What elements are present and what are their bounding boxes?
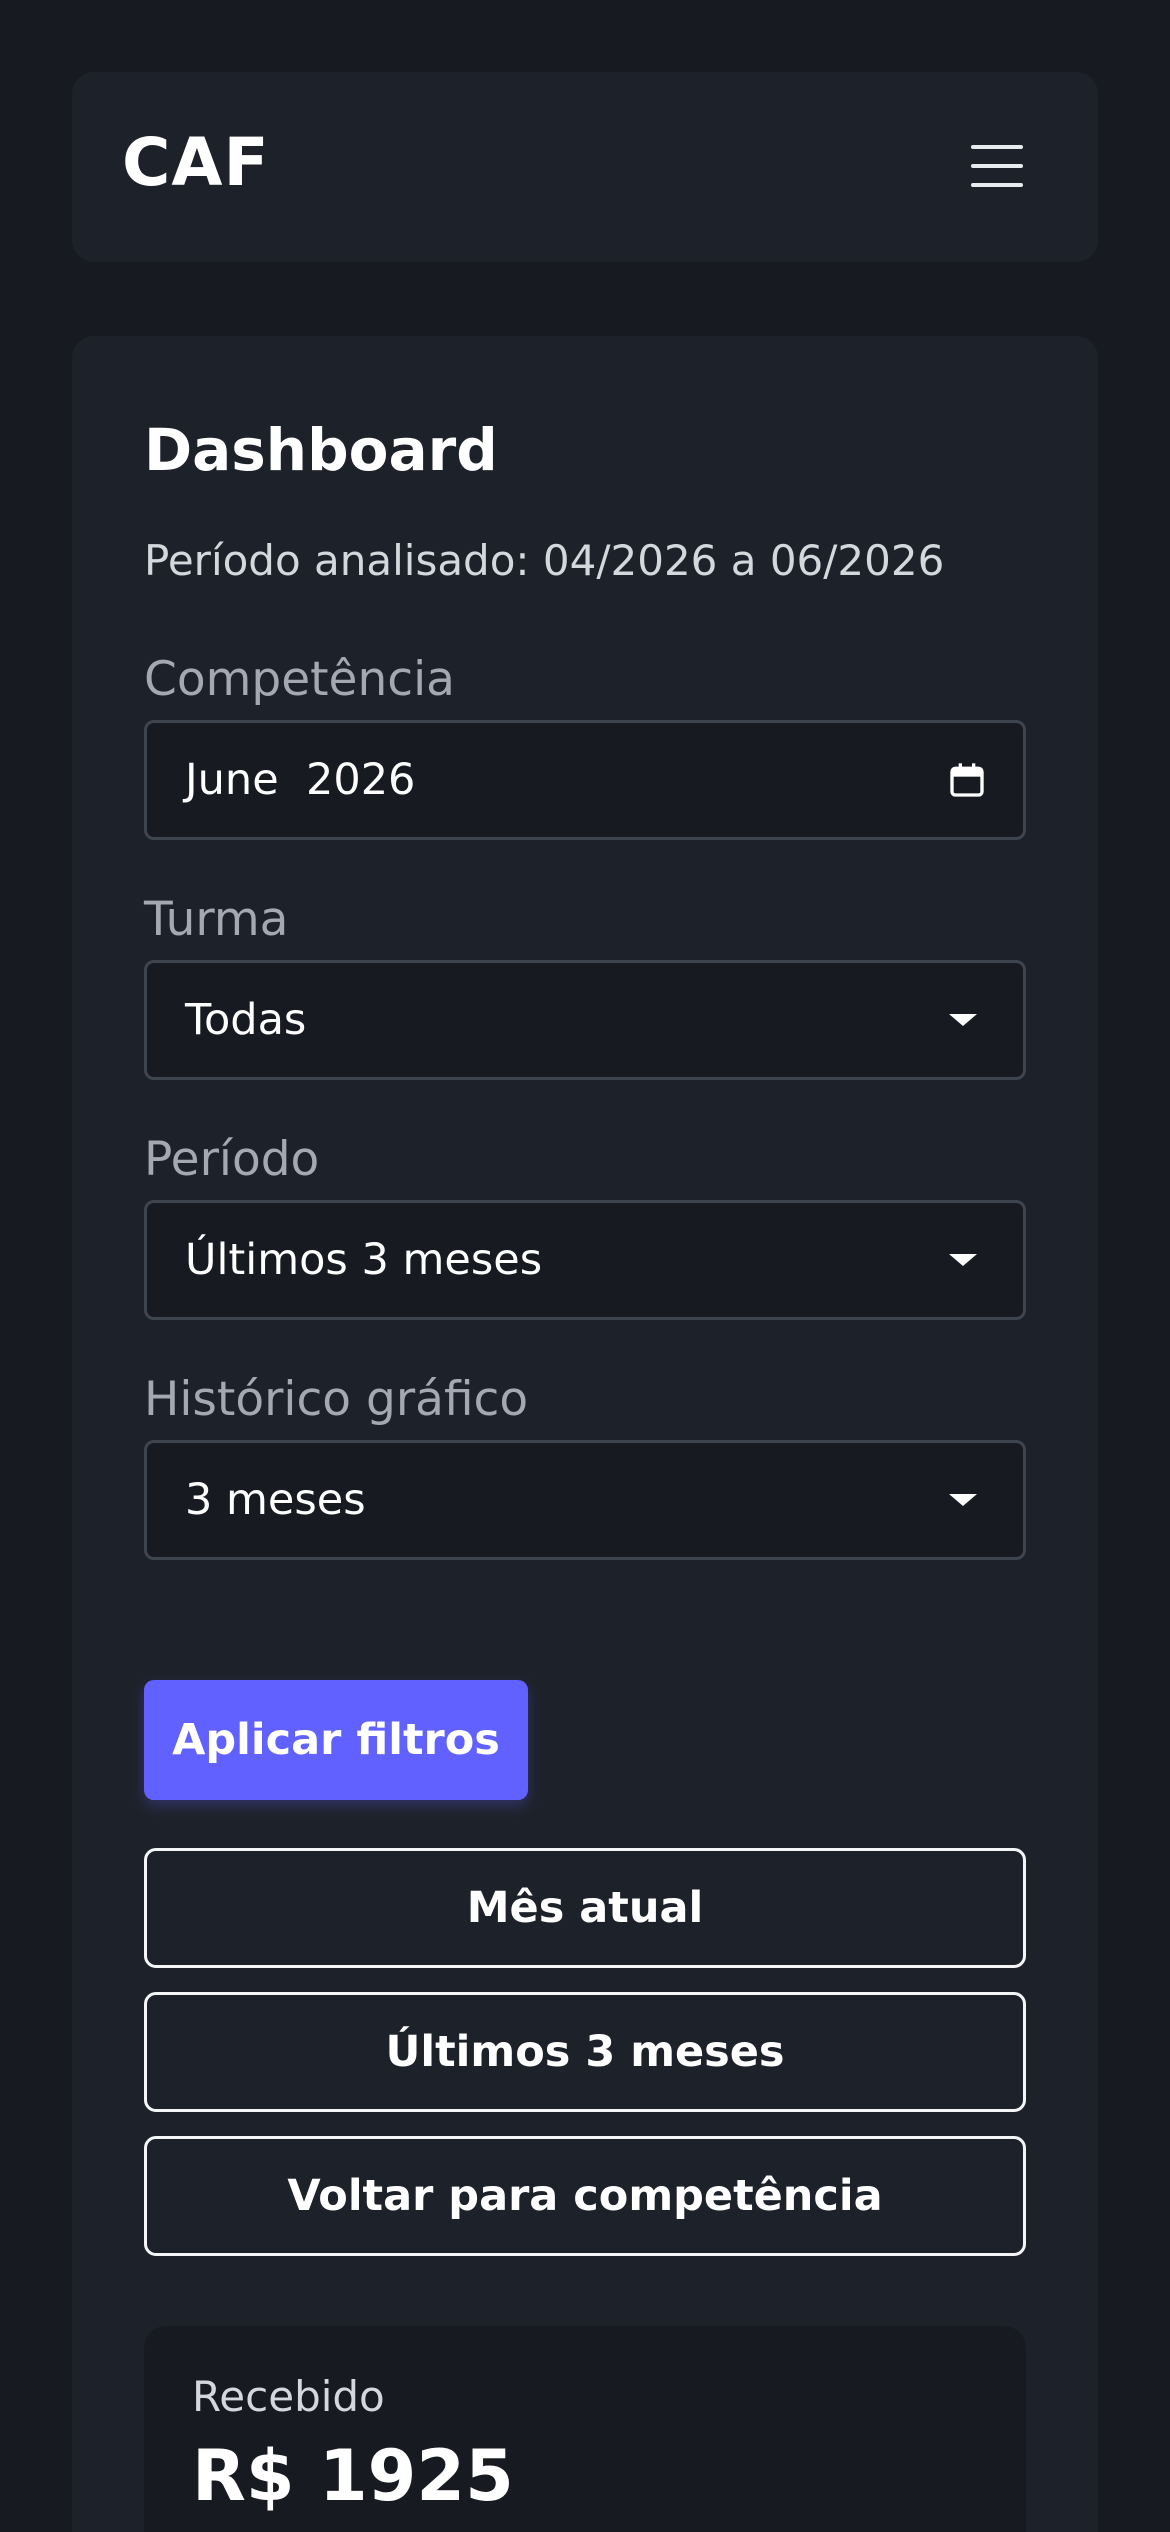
historico-value: 3 meses [185,1475,366,1525]
received-stat-card: Recebido R$ 1925 [144,2326,1026,2532]
caret-down-icon [949,1014,977,1026]
menu-bar-line [971,145,1023,149]
brand-logo[interactable]: CAF [122,130,270,196]
caret-down-icon [949,1494,977,1506]
app-root: CAF Dashboard Período analisado: 04/2026… [0,0,1170,2532]
menu-bar-line [971,183,1023,187]
current-month-button[interactable]: Mês atual [144,1848,1026,1968]
competencia-value: June 2026 [185,755,416,805]
hamburger-menu-icon[interactable] [952,130,1042,202]
periodo-label: Período [144,1132,320,1187]
competencia-month-input[interactable]: June 2026 [144,720,1026,840]
dashboard-card: Dashboard Período analisado: 04/2026 a 0… [72,336,1098,2532]
periodo-value: Últimos 3 meses [185,1235,543,1285]
calendar-icon[interactable] [947,760,987,800]
turma-label: Turma [144,892,289,947]
turma-select[interactable]: Todas [144,960,1026,1080]
historico-grafico-label: Histórico gráfico [144,1372,529,1427]
caret-down-icon [949,1254,977,1266]
received-label: Recebido [192,2372,385,2421]
apply-filters-button[interactable]: Aplicar filtros [144,1680,528,1800]
competencia-label: Competência [144,652,455,707]
back-to-competencia-button[interactable]: Voltar para competência [144,2136,1026,2256]
top-navbar: CAF [72,72,1098,262]
period-analyzed-text: Período analisado: 04/2026 a 06/2026 [144,536,945,585]
turma-value: Todas [185,995,307,1045]
historico-grafico-select[interactable]: 3 meses [144,1440,1026,1560]
last-3-months-button[interactable]: Últimos 3 meses [144,1992,1026,2112]
page-title: Dashboard [144,416,498,484]
received-value: R$ 1925 [192,2435,514,2517]
periodo-select[interactable]: Últimos 3 meses [144,1200,1026,1320]
menu-bar-line [971,164,1023,168]
